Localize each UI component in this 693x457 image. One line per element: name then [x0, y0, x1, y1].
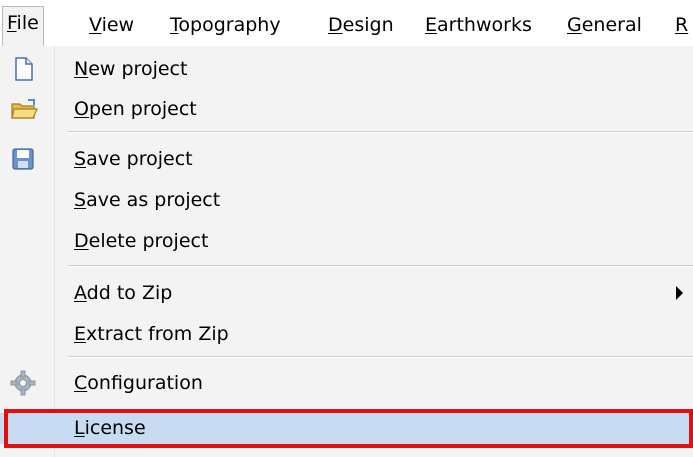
configuration-accel: C — [74, 372, 88, 394]
menu-item-delete-project[interactable]: Delete project — [0, 224, 693, 258]
menu-design[interactable]: Design — [328, 12, 394, 38]
menu-design-accel: D — [328, 14, 343, 36]
separator — [68, 356, 693, 358]
menu-item-configuration[interactable]: Configuration — [0, 366, 693, 400]
menu-design-rest: esign — [342, 14, 394, 36]
save-project-accel: S — [74, 148, 87, 170]
menu-item-new-project[interactable]: New project — [0, 52, 693, 86]
delete-project-rest: elete project — [88, 230, 209, 252]
gear-icon — [10, 370, 36, 396]
menu-view-accel: V — [89, 14, 102, 36]
menu-file[interactable]: File — [2, 6, 44, 47]
configuration-rest: onfiguration — [87, 372, 203, 394]
menu-view-rest: iew — [101, 14, 135, 36]
floppy-disk-icon — [10, 146, 36, 172]
separator — [68, 131, 693, 133]
open-project-accel: O — [74, 98, 89, 120]
menu-file-accel: F — [7, 12, 17, 34]
file-menu-dropdown: New project Open project Save project Sa… — [0, 46, 693, 457]
open-folder-icon — [10, 96, 38, 122]
menu-file-rest: ile — [16, 12, 39, 34]
menu-item-add-to-zip[interactable]: Add to Zip — [0, 276, 693, 310]
submenu-arrow-icon — [676, 286, 683, 300]
menu-general-rest: eneral — [581, 14, 642, 36]
menu-item-save-as-project[interactable]: Save as project — [0, 183, 693, 217]
extract-from-zip-accel: E — [74, 323, 87, 345]
save-as-project-accel: S — [74, 189, 87, 211]
menu-r-truncated[interactable]: R — [675, 12, 688, 38]
save-project-rest: ave project — [86, 148, 193, 170]
menu-topography-rest: opography — [178, 14, 281, 36]
menu-item-save-project[interactable]: Save project — [0, 142, 693, 176]
application-window: File View Topography Design Earthworks G… — [0, 0, 693, 457]
separator — [68, 265, 693, 267]
menu-earthworks-rest: arthworks — [437, 14, 532, 36]
menu-earthworks[interactable]: Earthworks — [425, 12, 532, 38]
menu-earthworks-accel: E — [425, 14, 438, 36]
new-project-rest: ew project — [88, 58, 188, 80]
menu-item-extract-from-zip[interactable]: Extract from Zip — [0, 317, 693, 351]
new-project-accel: N — [74, 58, 89, 80]
menu-r-accel: R — [675, 14, 689, 36]
menu-topography[interactable]: Topography — [170, 12, 281, 38]
add-to-zip-accel: A — [74, 282, 87, 304]
menu-view[interactable]: View — [89, 12, 134, 38]
open-project-rest: pen project — [88, 98, 197, 120]
new-document-icon — [10, 56, 36, 82]
extract-from-zip-rest: xtract from Zip — [86, 323, 229, 345]
delete-project-accel: D — [74, 230, 89, 252]
menu-item-open-project[interactable]: Open project — [0, 92, 693, 126]
add-to-zip-rest: dd to Zip — [86, 282, 173, 304]
annotation-highlight-box — [4, 409, 693, 448]
menu-general[interactable]: General — [567, 12, 642, 38]
menu-general-accel: G — [567, 14, 582, 36]
menubar: File View Topography Design Earthworks G… — [0, 0, 693, 47]
save-as-project-rest: ave as project — [86, 189, 221, 211]
